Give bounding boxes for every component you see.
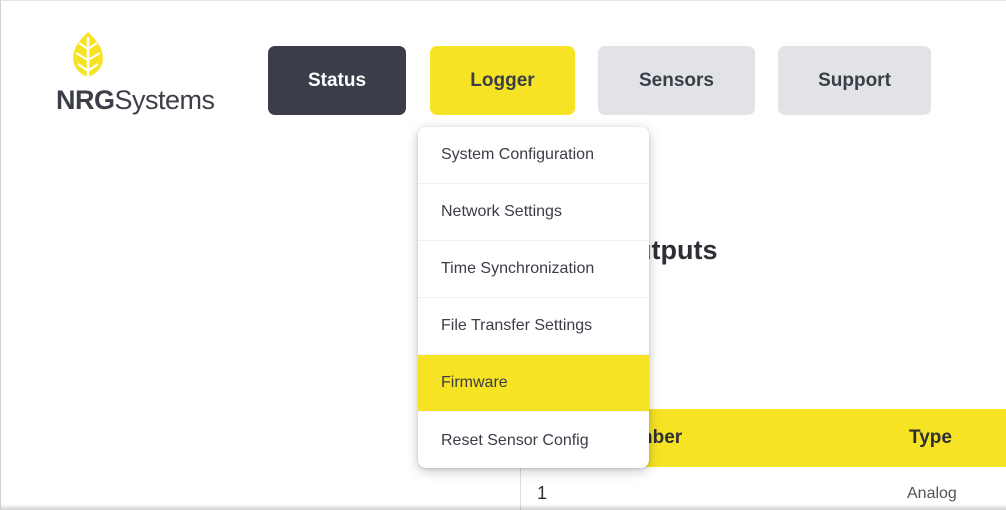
- column-header-type: Type: [909, 427, 952, 448]
- logger-dropdown-menu: System Configuration Network Settings Ti…: [418, 127, 649, 468]
- menu-item-reset-sensor-config[interactable]: Reset Sensor Config: [418, 412, 649, 468]
- table-cell-type: Analog: [907, 485, 957, 502]
- menu-item-file-transfer-settings[interactable]: File Transfer Settings: [418, 298, 649, 355]
- logo-wordmark: NRGSystems: [56, 85, 215, 115]
- menu-item-time-synchronization[interactable]: Time Synchronization: [418, 241, 649, 298]
- menu-item-network-settings[interactable]: Network Settings: [418, 184, 649, 241]
- nrg-logo[interactable]: NRGSystems: [56, 31, 216, 116]
- menu-item-system-configuration[interactable]: System Configuration: [418, 127, 649, 184]
- table-cell-number: 1: [537, 483, 548, 503]
- nav-status-button[interactable]: Status: [268, 46, 406, 115]
- table-border: [520, 467, 521, 510]
- app-window: NRGSystems Status Logger Sensors Support…: [0, 0, 1006, 510]
- nav-sensors-button[interactable]: Sensors: [598, 46, 755, 115]
- nav-logger-button[interactable]: Logger: [430, 46, 575, 115]
- menu-item-firmware[interactable]: Firmware: [418, 355, 649, 412]
- nav-support-button[interactable]: Support: [778, 46, 931, 115]
- leaf-icon: [73, 32, 103, 83]
